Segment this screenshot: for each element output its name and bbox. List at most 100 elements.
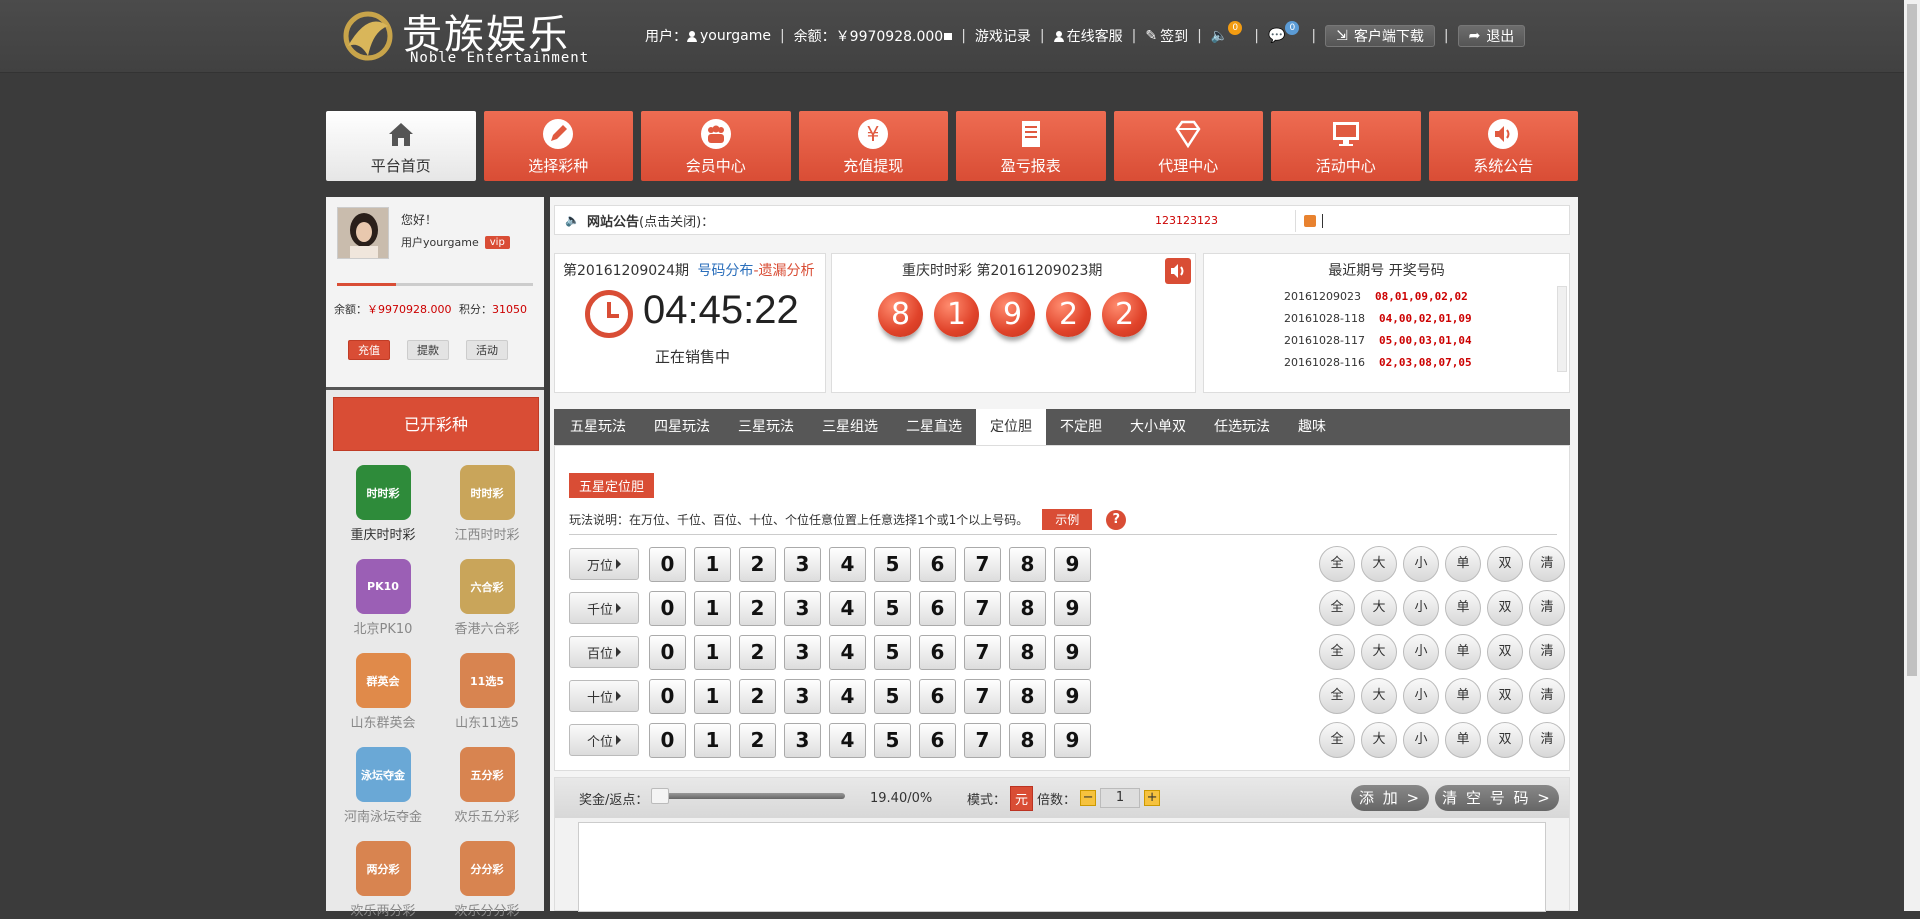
play-tab[interactable]: 趣味: [1284, 409, 1340, 445]
position-label[interactable]: 千位: [569, 592, 639, 624]
digit-button[interactable]: 2: [739, 590, 776, 626]
game-record-link[interactable]: 游戏记录: [975, 26, 1031, 46]
withdraw-button[interactable]: 提款: [407, 340, 449, 360]
digit-button[interactable]: 5: [874, 634, 911, 670]
quick-select-button[interactable]: 清: [1529, 634, 1565, 670]
digit-button[interactable]: 3: [784, 722, 821, 758]
quick-select-button[interactable]: 全: [1319, 678, 1355, 714]
digit-button[interactable]: 4: [829, 590, 866, 626]
quick-select-button[interactable]: 全: [1319, 590, 1355, 626]
history-scrollbar[interactable]: [1557, 286, 1567, 372]
logo[interactable]: 贵族娱乐 Noble Entertainment: [330, 0, 590, 72]
digit-button[interactable]: 6: [919, 634, 956, 670]
sound-toggle-icon[interactable]: [1165, 258, 1191, 284]
digit-button[interactable]: 2: [739, 678, 776, 714]
digit-button[interactable]: 9: [1054, 634, 1091, 670]
lottery-item[interactable]: 11选5 山东11选5: [435, 653, 539, 731]
play-tab[interactable]: 五星玩法: [556, 409, 640, 445]
selected-numbers-area[interactable]: [578, 822, 1546, 912]
digit-button[interactable]: 7: [964, 590, 1001, 626]
digit-button[interactable]: 1: [694, 678, 731, 714]
refresh-balance-icon[interactable]: [944, 32, 953, 40]
quick-select-button[interactable]: 全: [1319, 722, 1355, 758]
digit-button[interactable]: 9: [1054, 722, 1091, 758]
lottery-item[interactable]: 两分彩 欢乐两分彩: [331, 841, 435, 919]
quick-select-button[interactable]: 小: [1403, 590, 1439, 626]
activity-button[interactable]: 活动: [466, 340, 508, 360]
lottery-item[interactable]: 泳坛夺金 河南泳坛夺金: [331, 747, 435, 825]
digit-button[interactable]: 3: [784, 546, 821, 582]
lottery-item[interactable]: 时时彩 江西时时彩: [435, 465, 539, 543]
nav-activity-center[interactable]: 活动中心: [1271, 111, 1421, 181]
digit-button[interactable]: 9: [1054, 546, 1091, 582]
quick-select-button[interactable]: 全: [1319, 634, 1355, 670]
nav-deposit-withdraw[interactable]: ¥ 充值提现: [798, 111, 948, 181]
quick-select-button[interactable]: 全: [1319, 546, 1355, 582]
digit-button[interactable]: 0: [649, 678, 686, 714]
nav-pnl-report[interactable]: 盈亏报表: [956, 111, 1106, 181]
lottery-item[interactable]: 时时彩 重庆时时彩: [331, 465, 435, 543]
digit-button[interactable]: 4: [829, 634, 866, 670]
help-icon[interactable]: ?: [1106, 509, 1127, 530]
quick-select-button[interactable]: 单: [1445, 546, 1481, 582]
quick-select-button[interactable]: 双: [1487, 546, 1523, 582]
position-label[interactable]: 十位: [569, 680, 639, 712]
play-tab[interactable]: 任选玩法: [1200, 409, 1284, 445]
quick-select-button[interactable]: 小: [1403, 546, 1439, 582]
nav-agent-center[interactable]: 代理中心: [1113, 111, 1263, 181]
quick-select-button[interactable]: 清: [1529, 722, 1565, 758]
digit-button[interactable]: 1: [694, 546, 731, 582]
quick-select-button[interactable]: 双: [1487, 590, 1523, 626]
position-label[interactable]: 个位: [569, 724, 639, 756]
play-tab[interactable]: 四星玩法: [640, 409, 724, 445]
quick-select-button[interactable]: 小: [1403, 722, 1439, 758]
digit-button[interactable]: 0: [649, 634, 686, 670]
digit-button[interactable]: 4: [829, 546, 866, 582]
quick-select-button[interactable]: 清: [1529, 590, 1565, 626]
username-link[interactable]: yourgame: [687, 28, 771, 44]
digit-button[interactable]: 5: [874, 590, 911, 626]
play-tab[interactable]: 定位胆: [976, 409, 1046, 446]
logout-button[interactable]: ➦ 退出: [1457, 25, 1526, 47]
nav-home[interactable]: 平台首页: [326, 111, 476, 181]
example-button[interactable]: 示例: [1042, 509, 1093, 530]
digit-button[interactable]: 9: [1054, 678, 1091, 714]
quick-select-button[interactable]: 单: [1445, 678, 1481, 714]
digit-button[interactable]: 0: [649, 722, 686, 758]
quick-select-button[interactable]: 小: [1403, 678, 1439, 714]
lottery-item[interactable]: 五分彩 欢乐五分彩: [435, 747, 539, 825]
nav-member-center[interactable]: 会员中心: [641, 111, 791, 181]
plus-button[interactable]: +: [1144, 790, 1161, 806]
multiplier-input[interactable]: 1: [1100, 788, 1141, 808]
quick-select-button[interactable]: 大: [1361, 634, 1397, 670]
slider-handle[interactable]: [651, 788, 669, 804]
digit-button[interactable]: 1: [694, 634, 731, 670]
digit-button[interactable]: 8: [1009, 722, 1046, 758]
quick-select-button[interactable]: 单: [1445, 590, 1481, 626]
digit-button[interactable]: 0: [649, 546, 686, 582]
online-service-link[interactable]: 在线客服: [1053, 26, 1123, 46]
notify-button[interactable]: 🔈 0: [1211, 21, 1245, 44]
digit-button[interactable]: 6: [919, 722, 956, 758]
position-label[interactable]: 万位: [569, 548, 639, 580]
scrollbar-thumb[interactable]: [1907, 4, 1917, 676]
digit-button[interactable]: 5: [874, 722, 911, 758]
quick-select-button[interactable]: 单: [1445, 722, 1481, 758]
quick-select-button[interactable]: 单: [1445, 634, 1481, 670]
digit-button[interactable]: 6: [919, 546, 956, 582]
digit-button[interactable]: 7: [964, 634, 1001, 670]
client-download-button[interactable]: ⇲ 客户端下载: [1325, 25, 1435, 47]
quick-select-button[interactable]: 双: [1487, 678, 1523, 714]
digit-button[interactable]: 9: [1054, 590, 1091, 626]
quick-select-button[interactable]: 清: [1529, 678, 1565, 714]
digit-button[interactable]: 2: [739, 722, 776, 758]
lottery-item[interactable]: 群英会 山东群英会: [331, 653, 435, 731]
digit-button[interactable]: 4: [829, 722, 866, 758]
quick-select-button[interactable]: 大: [1361, 722, 1397, 758]
digit-button[interactable]: 7: [964, 546, 1001, 582]
avatar[interactable]: [337, 207, 389, 259]
mode-yuan-button[interactable]: 元: [1010, 785, 1034, 811]
page-scrollbar[interactable]: [1904, 0, 1920, 911]
digit-button[interactable]: 6: [919, 590, 956, 626]
deposit-button[interactable]: 充值: [348, 340, 390, 360]
